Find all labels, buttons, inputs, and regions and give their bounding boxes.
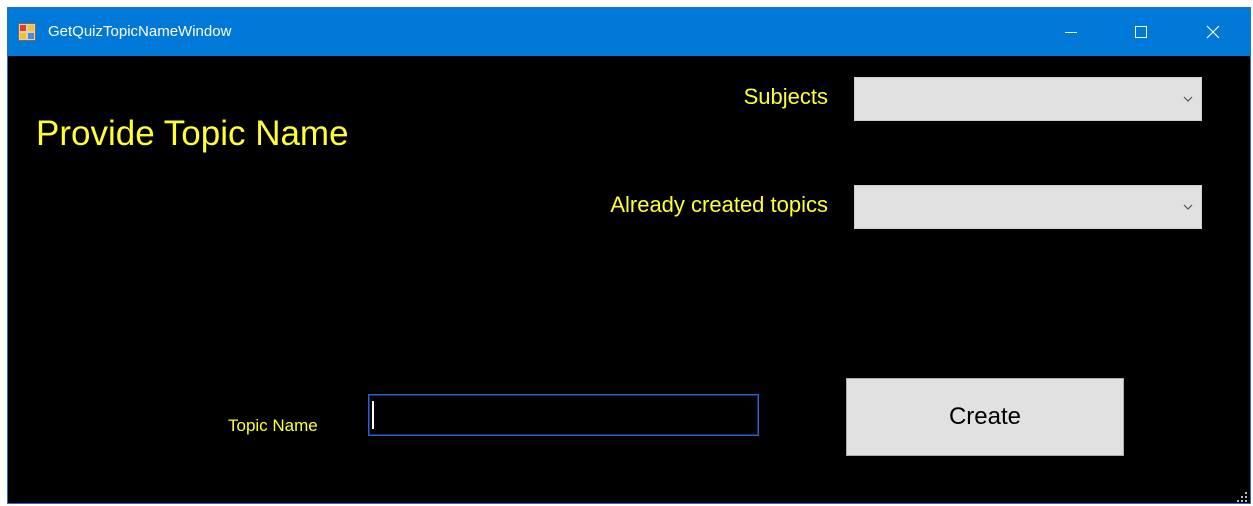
topic-name-label: Topic Name: [228, 416, 318, 435]
maximize-button[interactable]: [1118, 8, 1164, 56]
app-window-icon[interactable]: [18, 23, 36, 41]
subjects-combobox[interactable]: [854, 77, 1202, 121]
minimize-button[interactable]: [1048, 8, 1094, 56]
page-heading: Provide Topic Name: [36, 114, 349, 153]
subjects-label: Subjects: [743, 84, 828, 109]
text-caret: [372, 401, 374, 429]
chevron-down-icon: [1183, 96, 1193, 102]
minimize-icon: [1065, 32, 1077, 33]
created-topics-combobox[interactable]: [854, 185, 1202, 229]
close-icon: [1206, 25, 1220, 39]
resize-grip-icon[interactable]: [1236, 491, 1248, 503]
form-body: Provide Topic Name Subjects Already crea…: [8, 56, 1250, 503]
create-button[interactable]: Create: [846, 378, 1124, 456]
chevron-down-icon: [1183, 204, 1193, 210]
topic-name-input[interactable]: [368, 394, 759, 436]
close-button[interactable]: [1190, 8, 1236, 56]
maximize-icon: [1135, 26, 1147, 38]
app-window: GetQuizTopicNameWindow Provide Topic Nam…: [7, 7, 1251, 504]
created-topics-label: Already created topics: [610, 192, 828, 217]
window-title: GetQuizTopicNameWindow: [48, 23, 232, 40]
title-bar[interactable]: GetQuizTopicNameWindow: [8, 8, 1250, 56]
